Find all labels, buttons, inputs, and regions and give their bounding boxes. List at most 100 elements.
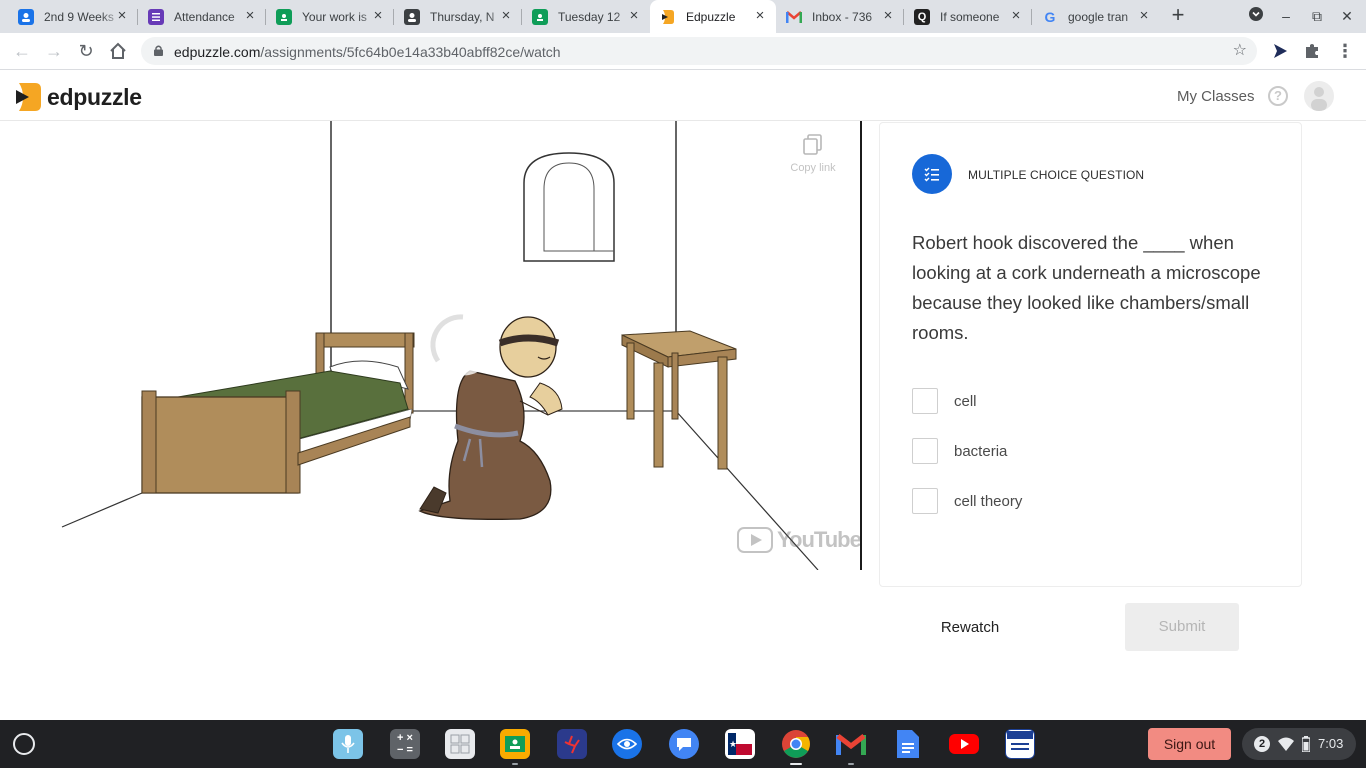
- copy-icon: [803, 134, 822, 155]
- close-tab-icon[interactable]: ×: [880, 8, 896, 24]
- answer-option-cell-theory[interactable]: cell theory: [912, 487, 1212, 515]
- back-icon[interactable]: ←: [10, 39, 34, 63]
- classroom-person-icon: [18, 8, 34, 25]
- svg-text:★: ★: [729, 739, 737, 749]
- browser-toolbar: ← → ↻ edpuzzle.com/assignments/5fc64b0e1…: [0, 33, 1366, 70]
- option-label: cell: [954, 392, 977, 410]
- eye-reader-app-icon[interactable]: [612, 729, 642, 759]
- battery-icon: [1302, 736, 1310, 752]
- answer-option-cell[interactable]: cell: [912, 387, 1212, 415]
- running-indicator: [512, 763, 518, 765]
- forward-icon[interactable]: →: [42, 39, 66, 63]
- browser-tab-8[interactable]: Q If someone ×: [904, 0, 1032, 33]
- video-player[interactable]: Copy link YouTube: [0, 121, 862, 570]
- running-indicator: [790, 763, 802, 765]
- notification-count-badge: 2: [1254, 736, 1270, 752]
- forms-icon: [148, 8, 164, 25]
- close-tab-icon[interactable]: ×: [114, 8, 130, 24]
- tab-strip: 2nd 9 Weeks × Attendance × Your work is …: [0, 0, 1366, 33]
- question-type-label: MULTIPLE CHOICE QUESTION: [968, 168, 1145, 182]
- close-tab-icon[interactable]: ×: [752, 8, 768, 24]
- url-text: edpuzzle.com/assignments/5fc64b0e14a33b4…: [174, 44, 561, 60]
- option-label: bacteria: [954, 442, 1008, 460]
- restore-icon[interactable]: ⧉: [1307, 6, 1327, 26]
- clock: 7:03: [1318, 736, 1344, 751]
- close-window-icon[interactable]: ✕: [1337, 6, 1357, 26]
- close-tab-icon[interactable]: ×: [242, 8, 258, 24]
- youtube-play-icon: [737, 527, 773, 553]
- browser-tab-6-active[interactable]: Edpuzzle ×: [650, 0, 776, 33]
- edpuzzle-logo-icon: [16, 83, 41, 111]
- close-tab-icon[interactable]: ×: [370, 8, 386, 24]
- status-tray[interactable]: 2 7:03: [1242, 728, 1356, 760]
- rewatch-button[interactable]: Rewatch: [930, 610, 1010, 646]
- messages-app-icon[interactable]: [669, 729, 699, 759]
- close-tab-icon[interactable]: ×: [1008, 8, 1024, 24]
- chrome-menu-icon[interactable]: ⋮: [1333, 39, 1357, 63]
- reload-icon[interactable]: ↻: [74, 39, 98, 63]
- os-shelf: + × − = ★ Sign out 2 7:03: [0, 720, 1366, 768]
- address-bar[interactable]: edpuzzle.com/assignments/5fc64b0e14a33b4…: [141, 37, 1257, 65]
- gmail-app-icon[interactable]: [836, 729, 866, 759]
- chrome-app-icon[interactable]: [781, 729, 811, 759]
- my-classes-link[interactable]: My Classes: [1177, 88, 1255, 105]
- option-checkbox[interactable]: [912, 388, 938, 414]
- avatar[interactable]: [1304, 81, 1334, 111]
- sign-out-button[interactable]: Sign out: [1148, 728, 1231, 760]
- copy-link-button[interactable]: Copy link: [783, 134, 843, 174]
- submit-button[interactable]: Submit: [1125, 603, 1239, 651]
- edpuzzle-logo[interactable]: edpuzzle: [15, 81, 142, 113]
- browser-tab-2[interactable]: Attendance ×: [138, 0, 266, 33]
- grid-app-icon[interactable]: [445, 729, 475, 759]
- close-tab-icon[interactable]: ×: [626, 8, 642, 24]
- google-classroom-app-icon[interactable]: [500, 729, 530, 759]
- edpuzzle-header: edpuzzle My Classes ?: [0, 71, 1366, 121]
- voice-dictation-app-icon[interactable]: [333, 729, 363, 759]
- extensions-puzzle-icon[interactable]: [1300, 39, 1324, 63]
- question-text: Robert hook discovered the ____ when loo…: [912, 232, 1261, 343]
- option-checkbox[interactable]: [912, 438, 938, 464]
- video-frame-illustration: [61, 121, 819, 570]
- home-icon[interactable]: [106, 39, 130, 63]
- browser-tab-5[interactable]: Tuesday 12 ×: [522, 0, 650, 33]
- running-indicator: [848, 763, 854, 765]
- option-checkbox[interactable]: [912, 488, 938, 514]
- classroom-person-icon: [404, 8, 420, 25]
- browser-tab-1[interactable]: 2nd 9 Weeks ×: [8, 0, 138, 33]
- classroom-icon: [276, 8, 292, 25]
- browser-tab-3[interactable]: Your work is ×: [266, 0, 394, 33]
- pearson-testnav-app-icon[interactable]: [1005, 729, 1035, 759]
- close-tab-icon[interactable]: ×: [498, 8, 514, 24]
- cast-extension-icon[interactable]: [1268, 39, 1292, 63]
- youtube-wordmark: YouTube: [777, 527, 861, 552]
- youtube-app-icon[interactable]: [949, 729, 979, 759]
- browser-tab-7[interactable]: Inbox - 736 ×: [776, 0, 904, 33]
- close-tab-icon[interactable]: ×: [1136, 8, 1152, 24]
- browser-tab-4[interactable]: Thursday, N ×: [394, 0, 522, 33]
- wifi-icon: [1278, 737, 1294, 751]
- lock-icon: [154, 45, 163, 56]
- youtube-watermark[interactable]: YouTube: [737, 527, 861, 553]
- edpuzzle-icon: [660, 9, 676, 25]
- option-label: cell theory: [954, 492, 1023, 510]
- multiple-choice-icon: [912, 154, 952, 194]
- quora-icon: Q: [914, 8, 930, 25]
- gmail-icon: [786, 9, 802, 25]
- google-docs-app-icon[interactable]: [893, 729, 923, 759]
- google-icon: G: [1044, 8, 1056, 25]
- edpuzzle-wordmark: edpuzzle: [47, 83, 142, 110]
- answer-option-bacteria[interactable]: bacteria: [912, 437, 1212, 465]
- copy-link-label: Copy link: [790, 162, 836, 174]
- texas-app-icon[interactable]: ★: [725, 729, 755, 759]
- tab-title: 2nd 9 Weeks: [44, 9, 114, 24]
- bookmark-star-icon[interactable]: ☆: [1233, 42, 1247, 60]
- dance-app-icon[interactable]: [557, 729, 587, 759]
- help-icon[interactable]: ?: [1268, 86, 1288, 106]
- tab-search-icon[interactable]: [1246, 6, 1266, 26]
- minimize-icon[interactable]: –: [1276, 6, 1296, 26]
- launcher-icon[interactable]: [13, 733, 35, 755]
- calculator-app-icon[interactable]: + × − =: [390, 729, 420, 759]
- new-tab-button[interactable]: +: [1166, 4, 1190, 28]
- question-card: MULTIPLE CHOICE QUESTION Robert hook dis…: [879, 122, 1302, 587]
- browser-tab-9[interactable]: G google tran ×: [1032, 0, 1160, 33]
